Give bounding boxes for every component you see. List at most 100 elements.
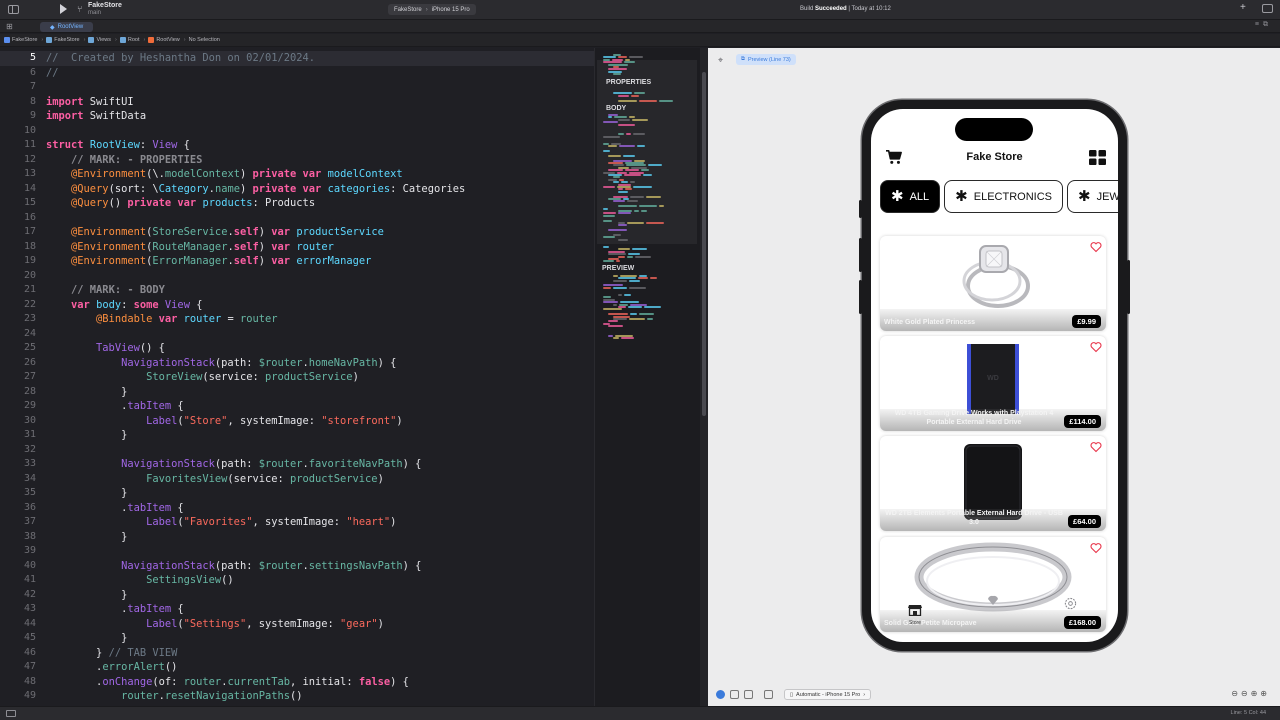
tab-rootview[interactable]: ◆ RootView: [40, 22, 94, 32]
phone-icon: ▯: [790, 691, 794, 698]
minimap-mark-body[interactable]: BODY: [606, 105, 626, 112]
code-line[interactable]: 30 Label("Store", systemImage: "storefro…: [0, 414, 594, 429]
category-chip-all[interactable]: ✱ ALL: [880, 180, 941, 213]
breadcrumb-views[interactable]: Views ›: [88, 37, 117, 43]
code-editor[interactable]: 5 // Created by Heshantha Don on 02/01/20…: [0, 48, 594, 706]
editor-scrollbar[interactable]: [700, 48, 708, 706]
product-card[interactable]: WD WD 4TB Gaming Drive Works with Playst…: [880, 336, 1106, 431]
live-preview-icon[interactable]: [716, 690, 725, 699]
code-line[interactable]: 35 }: [0, 486, 594, 501]
code-line[interactable]: 49 router.resetNavigationPaths(): [0, 689, 594, 704]
pin-icon[interactable]: ⌖: [718, 55, 723, 66]
device-settings-icon[interactable]: [764, 690, 773, 699]
minimap-code-stroke: [618, 190, 628, 193]
code-line[interactable]: 39: [0, 544, 594, 559]
code-line[interactable]: 12 // MARK: - PROPERTIES: [0, 153, 594, 168]
code-line[interactable]: 13 @Environment(\.modelContext) private …: [0, 167, 594, 182]
code-line[interactable]: 23 @Bindable var router = router: [0, 312, 594, 327]
heart-icon[interactable]: [1090, 441, 1102, 453]
tab-store[interactable]: Store: [906, 603, 924, 626]
code-line[interactable]: 31 }: [0, 428, 594, 443]
code-line[interactable]: 10: [0, 124, 594, 139]
code-line[interactable]: 19 @Environment(ErrorManager.self) var e…: [0, 254, 594, 269]
code-line[interactable]: 15 @Query() private var products: Produc…: [0, 196, 594, 211]
line-number: 19: [23, 255, 36, 266]
gear-icon[interactable]: [1064, 597, 1077, 610]
code-line[interactable]: 22 var body: some View {: [0, 298, 594, 313]
minimap-code-stroke: [618, 294, 623, 296]
debug-area-toggle-icon[interactable]: [6, 710, 16, 717]
category-chip-jewelery[interactable]: ✱JEWELERY: [1066, 180, 1118, 213]
code-line[interactable]: 29 .tabItem {: [0, 399, 594, 414]
heart-icon[interactable]: [1090, 542, 1102, 554]
code-line[interactable]: 21 // MARK: - BODY: [0, 283, 594, 298]
code-line[interactable]: 32: [0, 443, 594, 458]
code-line[interactable]: 9 import SwiftData: [0, 109, 594, 124]
breadcrumb-selection[interactable]: No Selection: [189, 37, 220, 43]
scrollbar-thumb[interactable]: [702, 72, 706, 416]
scheme-selector[interactable]: FakeStore › iPhone 15 Pro: [388, 4, 476, 15]
code-line[interactable]: 27 StoreView(service: productService): [0, 370, 594, 385]
tab-overview-icon[interactable]: ⊞: [6, 22, 13, 31]
code-line[interactable]: 47 .errorAlert(): [0, 660, 594, 675]
code-line[interactable]: 43 .tabItem {: [0, 602, 594, 617]
iphone-frame: Fake Store ✱ALL ✱ELECTRONICS ✱JEWELERY: [859, 100, 1130, 651]
code-line[interactable]: 40 NavigationStack(path: $router.setting…: [0, 559, 594, 574]
code-text: }: [46, 588, 128, 601]
code-line[interactable]: 16: [0, 211, 594, 226]
code-line[interactable]: 44 Label("Settings", systemImage: "gear"…: [0, 617, 594, 632]
code-line[interactable]: 5 // Created by Heshantha Don on 02/01/20…: [0, 51, 594, 66]
device-picker[interactable]: ▯ Automatic - iPhone 15 Pro ›: [784, 689, 872, 700]
heart-icon[interactable]: [1090, 241, 1102, 253]
zoom-controls-icon[interactable]: ⊖⊖⊕⊕: [1231, 689, 1270, 698]
code-line[interactable]: 45 }: [0, 631, 594, 646]
code-line[interactable]: 11 struct RootView: View {: [0, 138, 594, 153]
heart-icon[interactable]: [1090, 341, 1102, 353]
run-button-icon[interactable]: [60, 4, 67, 14]
editor-options-icon[interactable]: ≡⧉: [1255, 21, 1272, 29]
code-line[interactable]: 20: [0, 269, 594, 284]
breadcrumb-project[interactable]: FakeStore ›: [4, 37, 43, 43]
code-line[interactable]: 34 FavoritesView(service: productService…: [0, 472, 594, 487]
code-line[interactable]: 33 NavigationStack(path: $router.favorit…: [0, 457, 594, 472]
code-line[interactable]: 8 import SwiftUI: [0, 95, 594, 110]
code-line[interactable]: 24: [0, 327, 594, 342]
product-card[interactable]: WD 2TB Elements Portable External Hard D…: [880, 436, 1106, 531]
code-line[interactable]: 38 }: [0, 530, 594, 545]
minimap-code-stroke: [608, 253, 626, 256]
code-line[interactable]: 42 }: [0, 588, 594, 603]
navigator-toggle-icon[interactable]: [8, 5, 19, 14]
code-line[interactable]: 36 .tabItem {: [0, 501, 594, 516]
minimap-code-stroke: [618, 99, 638, 102]
code-line[interactable]: 6 //: [0, 66, 594, 81]
minimap[interactable]: PROPERTIES BODY PREVIEW: [594, 48, 700, 706]
code-line[interactable]: 7: [0, 80, 594, 95]
breadcrumb-group[interactable]: FakeStore ›: [46, 37, 85, 43]
code-line[interactable]: 37 Label("Favorites", systemImage: "hear…: [0, 515, 594, 530]
code-line[interactable]: 26 NavigationStack(path: $router.homeNav…: [0, 356, 594, 371]
code-line[interactable]: 17 @Environment(StoreService.self) var p…: [0, 225, 594, 240]
minimap-code-stroke: [603, 246, 609, 248]
code-line[interactable]: 18 @Environment(RouteManager.self) var r…: [0, 240, 594, 255]
minimap-mark-preview[interactable]: PREVIEW: [602, 265, 634, 272]
code-line[interactable]: 48 .onChange(of: router.currentTab, init…: [0, 675, 594, 690]
grid-layout-icon[interactable]: [1089, 150, 1106, 165]
code-line[interactable]: 46 } // TAB VIEW: [0, 646, 594, 661]
breadcrumb-root[interactable]: Root ›: [119, 37, 145, 43]
category-chip-electronics[interactable]: ✱ ELECTRONICS: [944, 180, 1063, 213]
folder-icon: [88, 37, 95, 43]
product-name: White Gold Plated Princess: [884, 318, 976, 326]
preview-selector[interactable]: ⧉ Preview (Line 73): [736, 54, 796, 65]
minimap-mark-properties[interactable]: PROPERTIES: [606, 79, 651, 86]
inspector-toggle-icon[interactable]: [1262, 4, 1273, 13]
line-number: 39: [23, 545, 36, 556]
code-line[interactable]: 25 TabView() {: [0, 341, 594, 356]
code-line[interactable]: 14 @Query(sort: \Category.name) private …: [0, 182, 594, 197]
variants-icon[interactable]: [744, 690, 753, 699]
code-line[interactable]: 28 }: [0, 385, 594, 400]
add-icon[interactable]: +: [1240, 2, 1246, 13]
code-line[interactable]: 41 SettingsView(): [0, 573, 594, 588]
product-card[interactable]: White Gold Plated Princess £9.99: [880, 236, 1106, 331]
breadcrumb-file[interactable]: RootView ›: [148, 37, 186, 43]
selectable-mode-icon[interactable]: [730, 690, 739, 699]
